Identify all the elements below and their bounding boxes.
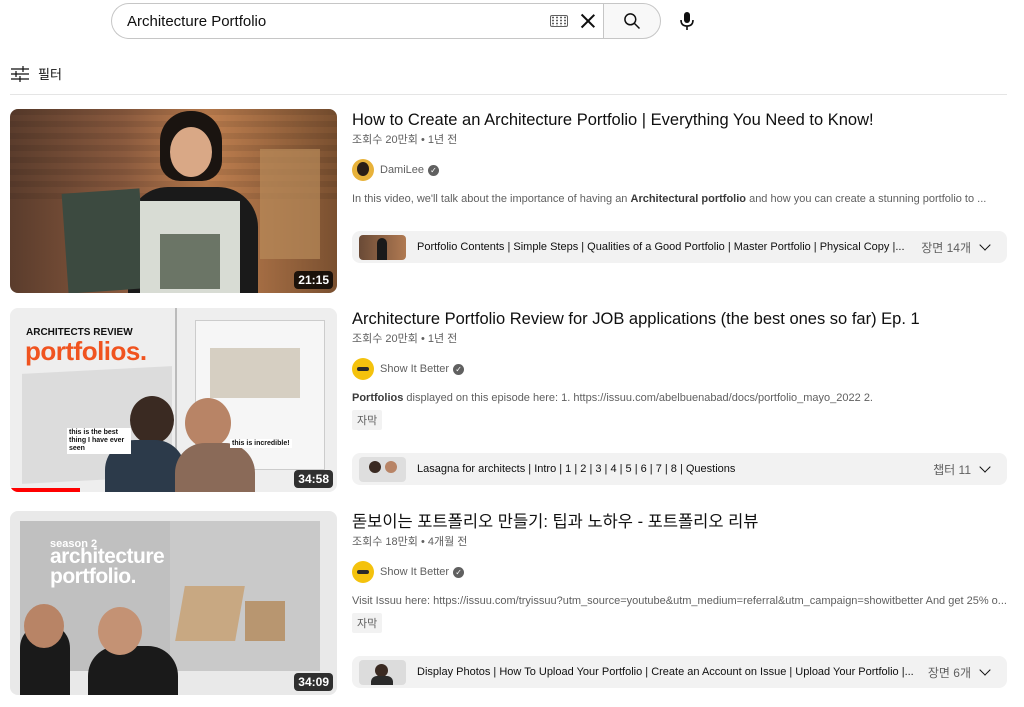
chevron-down-icon[interactable] — [979, 664, 991, 676]
microphone-icon — [680, 12, 694, 30]
avatar[interactable] — [352, 358, 374, 380]
chevron-down-icon[interactable] — [979, 461, 991, 473]
verified-icon: ✓ — [428, 164, 440, 176]
watch-progress-bar — [10, 488, 80, 492]
video-title[interactable]: Architecture Portfolio Review for JOB ap… — [352, 308, 1007, 330]
cc-badge: 자막 — [352, 410, 383, 430]
thumbnail-title: portfolios. — [25, 336, 147, 366]
filter-button[interactable]: 필터 — [10, 64, 62, 83]
video-meta: 조회수 18만회 • 4개월 전 — [352, 536, 468, 548]
chapters-count: 장면 14개 — [921, 240, 971, 255]
divider — [10, 94, 1007, 95]
channel-name[interactable]: Show It Better — [380, 566, 449, 578]
chapters-count: 챕터 11 — [933, 462, 971, 477]
filter-label: 필터 — [38, 67, 62, 82]
search-input[interactable]: Architecture Portfolio — [111, 3, 604, 39]
video-title[interactable]: How to Create an Architecture Portfolio … — [352, 109, 1007, 131]
cc-badge: 자막 — [352, 613, 383, 633]
chapters-bar[interactable]: Lasagna for architects | Intro | 1 | 2 |… — [352, 453, 1007, 485]
chapters-bar[interactable]: Portfolio Contents | Simple Steps | Qual… — [352, 231, 1007, 263]
search-button[interactable] — [603, 3, 661, 39]
thumbnail-caption: this is incredible! — [230, 439, 292, 448]
video-meta: 조회수 20만회 • 1년 전 — [352, 333, 458, 345]
chapter-thumbnail — [359, 234, 406, 260]
verified-icon: ✓ — [453, 566, 465, 578]
channel-link[interactable]: DamiLee ✓ — [352, 159, 1007, 181]
channel-link[interactable]: Show It Better ✓ — [352, 561, 1007, 583]
chapters-bar[interactable]: Display Photos | How To Upload Your Port… — [352, 656, 1007, 688]
verified-icon: ✓ — [453, 363, 465, 375]
video-meta: 조회수 20만회 • 1년 전 — [352, 134, 458, 146]
video-description: Portfolios displayed on this episode her… — [352, 392, 873, 404]
keyboard-icon[interactable] — [550, 15, 568, 27]
search-icon — [624, 13, 641, 30]
video-title[interactable]: 돋보이는 포트폴리오 만들기: 팁과 노하우 - 포트폴리오 리뷰 — [352, 511, 1007, 533]
video-duration: 34:09 — [294, 673, 333, 691]
chevron-down-icon[interactable] — [979, 239, 991, 251]
channel-link[interactable]: Show It Better ✓ — [352, 358, 1007, 380]
sliders-icon — [11, 65, 29, 82]
video-thumbnail[interactable]: ARCHITECTS REVIEW portfolios. this is th… — [10, 308, 337, 492]
video-description: Visit Issuu here: https://issuu.com/tryi… — [352, 595, 1007, 607]
avatar[interactable] — [352, 159, 374, 181]
chapters-text: Portfolio Contents | Simple Steps | Qual… — [417, 241, 905, 253]
chapter-thumbnail — [359, 456, 406, 482]
microphone-button[interactable] — [670, 3, 704, 39]
thumbnail-caption: this is the best thing I have ever seen — [67, 428, 131, 454]
video-result[interactable]: ARCHITECTS REVIEW portfolios. this is th… — [10, 308, 1007, 492]
video-thumbnail[interactable]: 21:15 — [10, 109, 337, 293]
video-thumbnail[interactable]: season 2 architecture portfolio. 34:09 — [10, 511, 337, 695]
avatar[interactable] — [352, 561, 374, 583]
chapters-text: Display Photos | How To Upload Your Port… — [417, 666, 914, 678]
video-result[interactable]: season 2 architecture portfolio. 34:09 돋보… — [10, 511, 1007, 695]
chapter-thumbnail — [359, 659, 406, 685]
thumbnail-title: architecture portfolio. — [50, 545, 165, 588]
chapters-count: 장면 6개 — [927, 665, 971, 680]
video-result[interactable]: 21:15 How to Create an Architecture Port… — [10, 109, 1007, 293]
channel-name[interactable]: DamiLee — [380, 164, 424, 176]
video-description: In this video, we'll talk about the impo… — [352, 193, 987, 205]
video-duration: 34:58 — [294, 470, 333, 488]
video-duration: 21:15 — [294, 271, 333, 289]
chapters-text: Lasagna for architects | Intro | 1 | 2 |… — [417, 463, 736, 475]
close-icon[interactable] — [580, 13, 596, 29]
channel-name[interactable]: Show It Better — [380, 363, 449, 375]
search-query[interactable]: Architecture Portfolio — [127, 13, 550, 30]
